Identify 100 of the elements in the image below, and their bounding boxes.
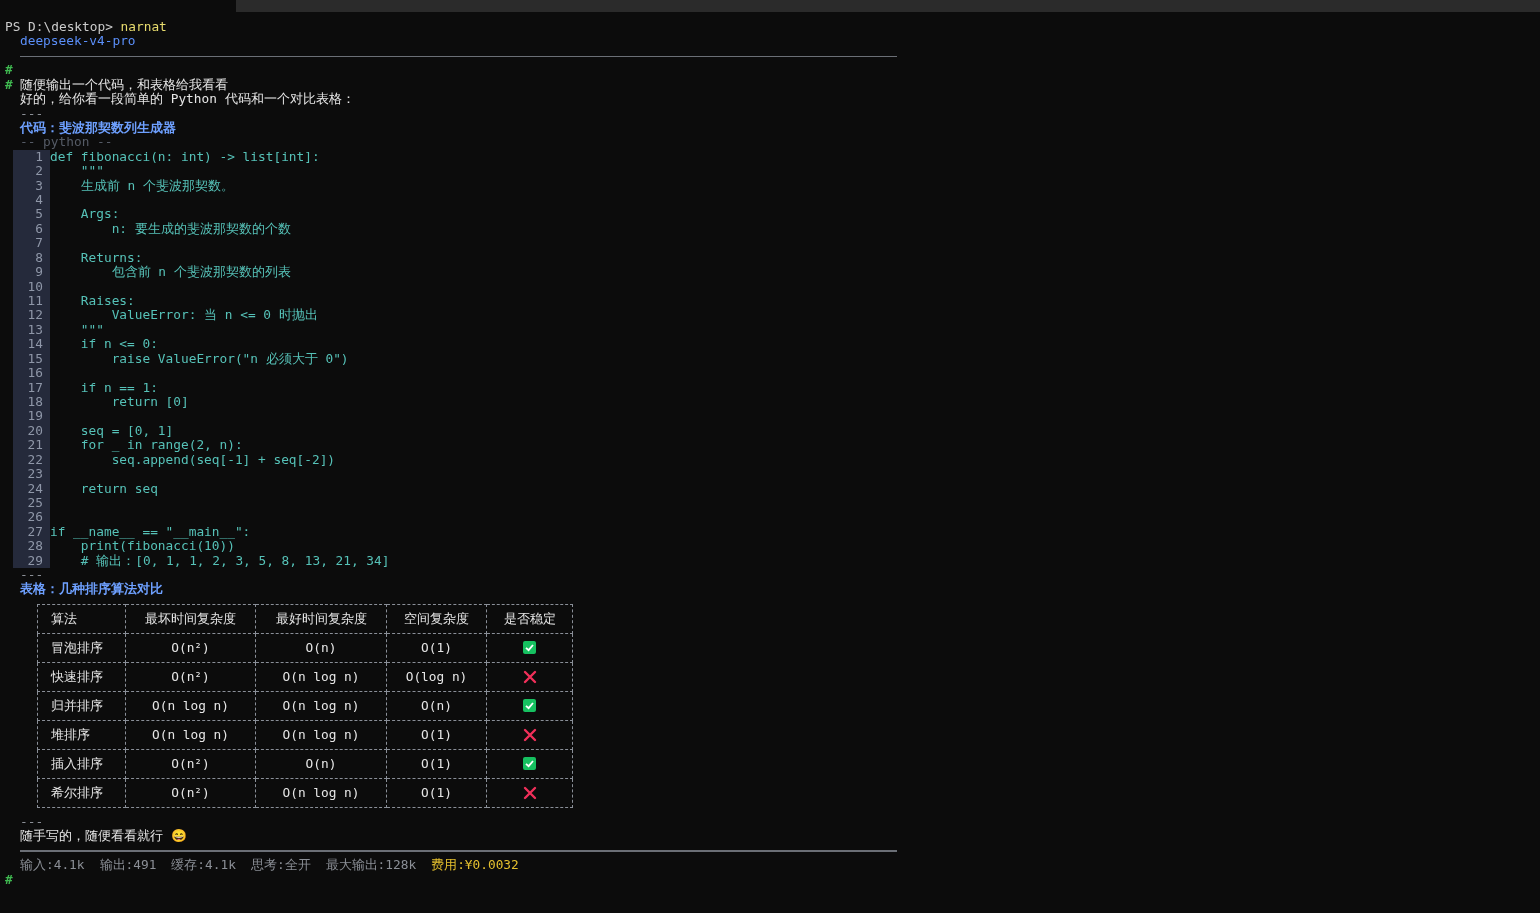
column-header: 是否稳定 bbox=[486, 604, 573, 634]
line-number: 28 bbox=[27, 539, 43, 554]
table-cell: O(1) bbox=[386, 778, 487, 808]
table-cell: 冒泡排序 bbox=[37, 633, 126, 663]
code-line: print(fibonacci(10)) bbox=[80, 539, 235, 554]
code-line: """ bbox=[79, 322, 104, 338]
table-cell: 快速排序 bbox=[37, 662, 126, 692]
table-cell: O(1) bbox=[386, 720, 487, 750]
command-text: narnat bbox=[120, 20, 167, 35]
code-line: Raises: bbox=[79, 294, 135, 309]
table-cell: 归并排序 bbox=[37, 691, 126, 721]
line-number: 23 bbox=[27, 467, 43, 482]
terminal-tab[interactable] bbox=[0, 0, 236, 12]
prompt-path: PS D:\desktop> bbox=[5, 20, 113, 35]
table-cell: O(n log n) bbox=[255, 662, 387, 692]
code-line: """ bbox=[79, 164, 104, 179]
line-number: 18 bbox=[27, 394, 43, 410]
table-cell: O(n log n) bbox=[125, 720, 256, 750]
code-line: n: 要生成的斐波那契数的个数 bbox=[111, 221, 291, 237]
code-line: raise ValueError("n 必须大于 0") bbox=[110, 351, 349, 367]
table-cell: O(n²) bbox=[125, 778, 256, 808]
code-line: if __name__ == "__main__": bbox=[50, 524, 251, 540]
section-heading: 代码：斐波那契数列生成器 bbox=[20, 120, 176, 136]
table-cell: O(n) bbox=[386, 691, 487, 721]
line-number: 5 bbox=[35, 207, 43, 222]
table-cell: O(n log n) bbox=[255, 691, 387, 721]
code-line: 生成前 n 个斐波那契数。 bbox=[79, 178, 234, 194]
line-number: 11 bbox=[27, 294, 43, 309]
separator-text: --- bbox=[20, 106, 44, 121]
code-line: 包含前 n 个斐波那契数的列表 bbox=[110, 265, 291, 280]
model-name: deepseek-v4-pro bbox=[20, 34, 136, 49]
section-heading: 表格：几种排序算法对比 bbox=[20, 582, 163, 597]
line-number: 25 bbox=[27, 495, 43, 511]
line-number: 2 bbox=[35, 164, 43, 179]
line-number: 4 bbox=[35, 193, 43, 208]
stat-text: 最大输出:128k bbox=[325, 858, 417, 873]
line-number: 26 bbox=[27, 510, 43, 525]
hash-mark: # bbox=[5, 872, 13, 887]
table-cell: O(n²) bbox=[125, 662, 256, 692]
line-number: 24 bbox=[27, 481, 43, 496]
code-line: # 输出：[0, 1, 1, 2, 3, 5, 8, 13, 21, 34] bbox=[79, 553, 390, 569]
column-header: 最坏时间复杂度 bbox=[125, 604, 256, 634]
line-number: 8 bbox=[35, 250, 43, 266]
line-number: 14 bbox=[27, 337, 43, 352]
table-cell: 希尔排序 bbox=[37, 778, 126, 808]
code-line: return [0] bbox=[110, 394, 189, 410]
line-number: 20 bbox=[27, 423, 43, 439]
line-number: 29 bbox=[27, 553, 43, 569]
line-number: 15 bbox=[27, 351, 43, 367]
line-number: 12 bbox=[27, 308, 43, 323]
table-cell: O(1) bbox=[386, 749, 487, 779]
code-line: seq = [0, 1] bbox=[79, 423, 174, 439]
line-number: 19 bbox=[27, 409, 43, 424]
code-line: if n <= 0: bbox=[79, 337, 158, 352]
code-line: seq.append(seq[-1] + seq[-2]) bbox=[110, 452, 336, 468]
table-cell: 堆排序 bbox=[37, 720, 126, 750]
line-number: 7 bbox=[35, 236, 43, 251]
code-line: Args: bbox=[79, 207, 120, 222]
line-number: 3 bbox=[35, 178, 43, 194]
line-number: 6 bbox=[35, 221, 43, 237]
table-cell: O(n log n) bbox=[255, 778, 387, 808]
column-header: 最好时间复杂度 bbox=[255, 604, 387, 634]
line-number: 13 bbox=[27, 322, 43, 338]
table-cell: O(n log n) bbox=[255, 720, 387, 750]
line-number: 22 bbox=[27, 452, 43, 468]
table-cell: O(1) bbox=[386, 633, 487, 663]
closing-text: 随手写的，随便看看就行 😄 bbox=[20, 829, 187, 844]
table-cell: O(n²) bbox=[125, 749, 256, 779]
table-cell: O(n log n) bbox=[125, 691, 256, 721]
table-cell: 插入排序 bbox=[37, 749, 126, 779]
line-number: 17 bbox=[27, 380, 43, 395]
column-header: 算法 bbox=[37, 604, 126, 634]
stat-text: 缓存:4.1k bbox=[171, 858, 236, 873]
line-number: 27 bbox=[27, 524, 43, 540]
stat-text: 输入:4.1k bbox=[20, 858, 85, 873]
table-cell: O(n) bbox=[255, 633, 387, 663]
line-number: 21 bbox=[27, 438, 43, 453]
stat-text: 输出:491 bbox=[99, 858, 157, 873]
hash-mark: # bbox=[5, 63, 13, 78]
line-number: 9 bbox=[35, 265, 43, 280]
stat-text: 思考:全开 bbox=[250, 858, 311, 873]
code-line: ValueError: 当 n <= 0 时抛出 bbox=[110, 308, 318, 323]
stat-text: 费用:¥0.0032 bbox=[431, 858, 519, 873]
line-number: 16 bbox=[27, 366, 43, 381]
table-cell: O(n²) bbox=[125, 633, 256, 663]
code-line: return seq bbox=[79, 481, 158, 496]
separator-text: --- bbox=[20, 568, 44, 583]
line-number: 10 bbox=[27, 279, 43, 294]
hash-mark: # bbox=[5, 77, 13, 93]
code-language-label: -- python -- bbox=[20, 135, 113, 150]
table-cell: O(log n) bbox=[386, 662, 487, 692]
user-message: 随便输出一个代码，和表格给我看看 bbox=[19, 77, 228, 92]
column-header: 空间复杂度 bbox=[386, 604, 487, 634]
code-line: Returns: bbox=[79, 250, 143, 265]
reply-text: 好的，给你看一段简单的 Python 代码和一个对比表格： bbox=[20, 92, 355, 107]
table-cell: O(n) bbox=[255, 749, 387, 779]
code-line: def fibonacci(n: int) -> list[int]: bbox=[50, 149, 320, 165]
code-line: for _ in range(2, n): bbox=[79, 438, 243, 453]
line-number: 1 bbox=[35, 149, 43, 165]
code-line: if n == 1: bbox=[79, 380, 158, 395]
